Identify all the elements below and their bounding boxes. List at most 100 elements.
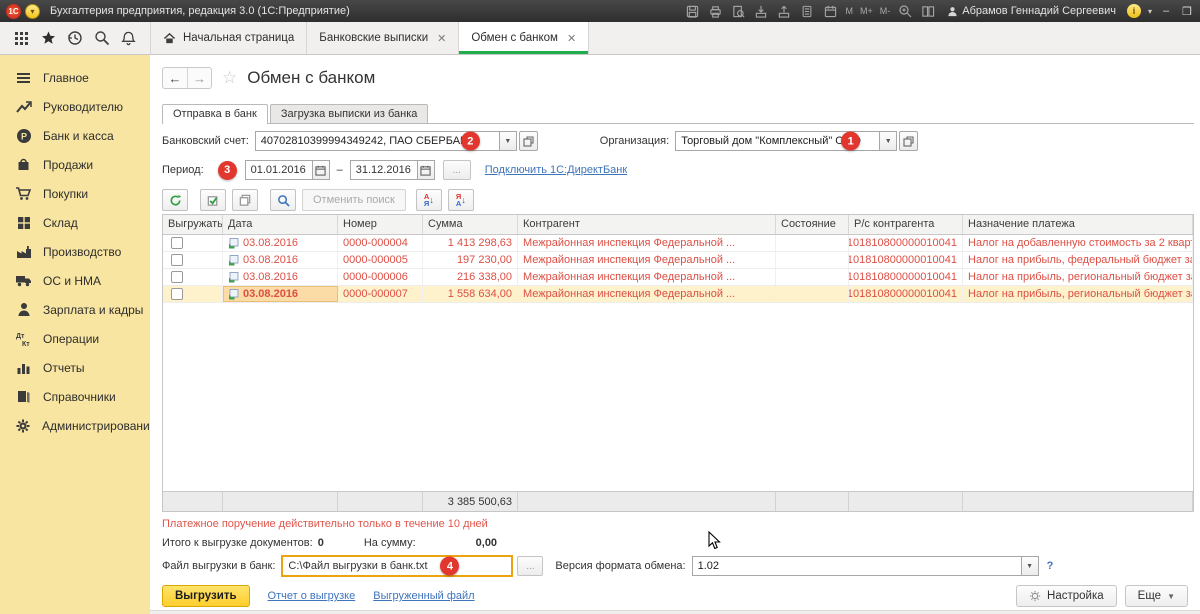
table-row[interactable]: 03.08.20160000-000006216 338,00Межрайонн… — [163, 269, 1193, 286]
upload-file-value[interactable]: C:\Файл выгрузки в банк.txt — [288, 560, 427, 572]
info-icon[interactable]: i — [1127, 4, 1141, 18]
col-rs-kontragenta[interactable]: Р/с контрагента — [849, 215, 963, 234]
row-checkbox[interactable] — [171, 288, 183, 300]
col-sostoyanie[interactable]: Состояние — [776, 215, 849, 234]
sidebar-item-otchety[interactable]: Отчеты — [0, 353, 150, 382]
cancel-search-button[interactable]: Отменить поиск — [302, 189, 406, 211]
favorites-star-icon[interactable] — [38, 28, 58, 48]
notifications-bell-icon[interactable] — [119, 28, 139, 48]
tab-bank-statements[interactable]: Банковские выписки ✕ — [307, 22, 459, 54]
zoom-icon[interactable] — [897, 4, 913, 19]
check-all-icon[interactable] — [200, 189, 226, 211]
chevron-down-icon[interactable]: ▼ — [880, 131, 897, 151]
current-user[interactable]: Абрамов Геннадий Сергеевич — [947, 5, 1116, 17]
sort-asc-icon[interactable]: АЯ↓ — [416, 189, 442, 211]
back-button[interactable]: ← — [163, 68, 187, 88]
main-menu-button[interactable]: ▾ — [25, 4, 40, 19]
sidebar-item-spravochniki[interactable]: Справочники — [0, 382, 150, 411]
find-icon[interactable] — [270, 189, 296, 211]
sidebar-item-glavnoe[interactable]: Главное — [0, 63, 150, 92]
memory-mminus-button[interactable]: M- — [880, 6, 891, 16]
apps-grid-icon[interactable] — [11, 28, 31, 48]
upload-file-field[interactable]: C:\Файл выгрузки в банк.txt 4 — [281, 555, 513, 577]
app-logo-icon: 1С — [6, 4, 21, 19]
bank-account-field[interactable]: 40702810399994349242, ПАО СБЕРБАНК ▼ 2 — [255, 131, 538, 151]
more-button[interactable]: Еще ▼ — [1125, 585, 1188, 607]
period-from-value[interactable]: 01.01.2016 — [245, 160, 313, 180]
format-version-field[interactable]: 1.02 ▼ — [692, 556, 1039, 576]
sidebar-item-zarplata-kadry[interactable]: Зарплата и кадры — [0, 295, 150, 324]
close-tab-icon[interactable]: ✕ — [567, 32, 576, 45]
sidebar-item-bank-kassa[interactable]: РБанк и касса — [0, 121, 150, 150]
browse-file-button[interactable]: ... — [517, 556, 543, 576]
export-file-icon[interactable] — [776, 4, 792, 19]
col-naznachenie[interactable]: Назначение платежа — [963, 215, 1193, 234]
svg-text:Кт: Кт — [22, 341, 30, 347]
chevron-down-icon[interactable]: ▾ — [1148, 7, 1152, 16]
format-version-value[interactable]: 1.02 — [692, 556, 1022, 576]
forward-button[interactable]: → — [187, 68, 211, 88]
tab-send-to-bank[interactable]: Отправка в банк — [162, 104, 268, 124]
favorite-star-icon[interactable]: ☆ — [222, 68, 237, 88]
period-to-field[interactable]: 31.12.2016 — [350, 160, 435, 180]
table-row[interactable]: 03.08.20160000-000005197 230,00Межрайонн… — [163, 252, 1193, 269]
col-summa[interactable]: Сумма — [423, 215, 518, 234]
organization-field[interactable]: Торговый дом "Комплексный" ООО ▼ 1 — [675, 131, 918, 151]
row-checkbox[interactable] — [171, 237, 183, 249]
settings-button[interactable]: Настройка — [1016, 585, 1117, 607]
period-to-value[interactable]: 31.12.2016 — [350, 160, 418, 180]
sidebar-item-administrirovanie[interactable]: Администрирование — [0, 411, 150, 440]
history-clock-icon[interactable] — [65, 28, 85, 48]
col-data[interactable]: Дата — [223, 215, 338, 234]
sort-desc-icon[interactable]: ЯА↓ — [448, 189, 474, 211]
sidebar-item-proizvodstvo[interactable]: Производство — [0, 237, 150, 266]
chevron-down-icon[interactable]: ▼ — [500, 131, 517, 151]
tab-home-page[interactable]: Начальная страница — [150, 22, 307, 54]
save-icon[interactable] — [684, 4, 700, 19]
split-view-icon[interactable] — [920, 4, 936, 19]
preview-icon[interactable] — [730, 4, 746, 19]
truck-icon — [15, 272, 32, 289]
search-magnifier-icon[interactable] — [92, 28, 112, 48]
maximize-button[interactable]: ❒ — [1180, 5, 1194, 18]
print-icon[interactable] — [707, 4, 723, 19]
sidebar-item-operacii[interactable]: ДтКтОперации — [0, 324, 150, 353]
import-file-icon[interactable] — [753, 4, 769, 19]
open-link-icon[interactable] — [519, 131, 538, 151]
calendar-icon[interactable] — [418, 160, 435, 180]
period-from-field[interactable]: 01.01.2016 — [245, 160, 330, 180]
sidebar-item-prodazhi[interactable]: Продажи — [0, 150, 150, 179]
sidebar-item-os-nma[interactable]: ОС и НМА — [0, 266, 150, 295]
col-nomer[interactable]: Номер — [338, 215, 423, 234]
col-vygruzhat[interactable]: Выгружать — [163, 215, 223, 234]
col-kontragent[interactable]: Контрагент — [518, 215, 776, 234]
table-row[interactable]: 03.08.20160000-0000071 558 634,00Межрайо… — [163, 286, 1193, 303]
upload-report-link[interactable]: Отчет о выгрузке — [268, 590, 356, 602]
tab-load-statement[interactable]: Загрузка выписки из банка — [270, 104, 429, 123]
row-state — [776, 286, 849, 302]
table-header: Выгружать Дата Номер Сумма Контрагент Со… — [163, 215, 1193, 235]
memory-m-button[interactable]: M — [845, 6, 853, 16]
period-more-button[interactable]: ... — [443, 160, 471, 180]
row-checkbox[interactable] — [171, 254, 183, 266]
sidebar-item-rukovoditelyu[interactable]: Руководителю — [0, 92, 150, 121]
sidebar-item-sklad[interactable]: Склад — [0, 208, 150, 237]
calculator-icon[interactable] — [799, 4, 815, 19]
chevron-down-icon[interactable]: ▼ — [1022, 556, 1039, 576]
help-link[interactable]: ? — [1047, 560, 1054, 572]
row-checkbox[interactable] — [171, 271, 183, 283]
open-link-icon[interactable] — [899, 131, 918, 151]
uploaded-file-link[interactable]: Выгруженный файл — [373, 590, 474, 602]
upload-button[interactable]: Выгрузить — [162, 585, 250, 607]
calendar-icon[interactable] — [822, 4, 838, 19]
calendar-icon[interactable] — [313, 160, 330, 180]
uncheck-all-icon[interactable] — [232, 189, 258, 211]
refresh-icon[interactable] — [162, 189, 188, 211]
table-row[interactable]: 03.08.20160000-0000041 413 298,63Межрайо… — [163, 235, 1193, 252]
close-tab-icon[interactable]: ✕ — [437, 32, 446, 45]
sidebar-item-pokupki[interactable]: Покупки — [0, 179, 150, 208]
minimize-button[interactable]: – — [1159, 5, 1173, 17]
tab-bank-exchange[interactable]: Обмен с банком ✕ — [459, 22, 589, 54]
directbank-link[interactable]: Подключить 1С:ДиректБанк — [485, 164, 627, 176]
memory-mplus-button[interactable]: M+ — [860, 6, 873, 16]
